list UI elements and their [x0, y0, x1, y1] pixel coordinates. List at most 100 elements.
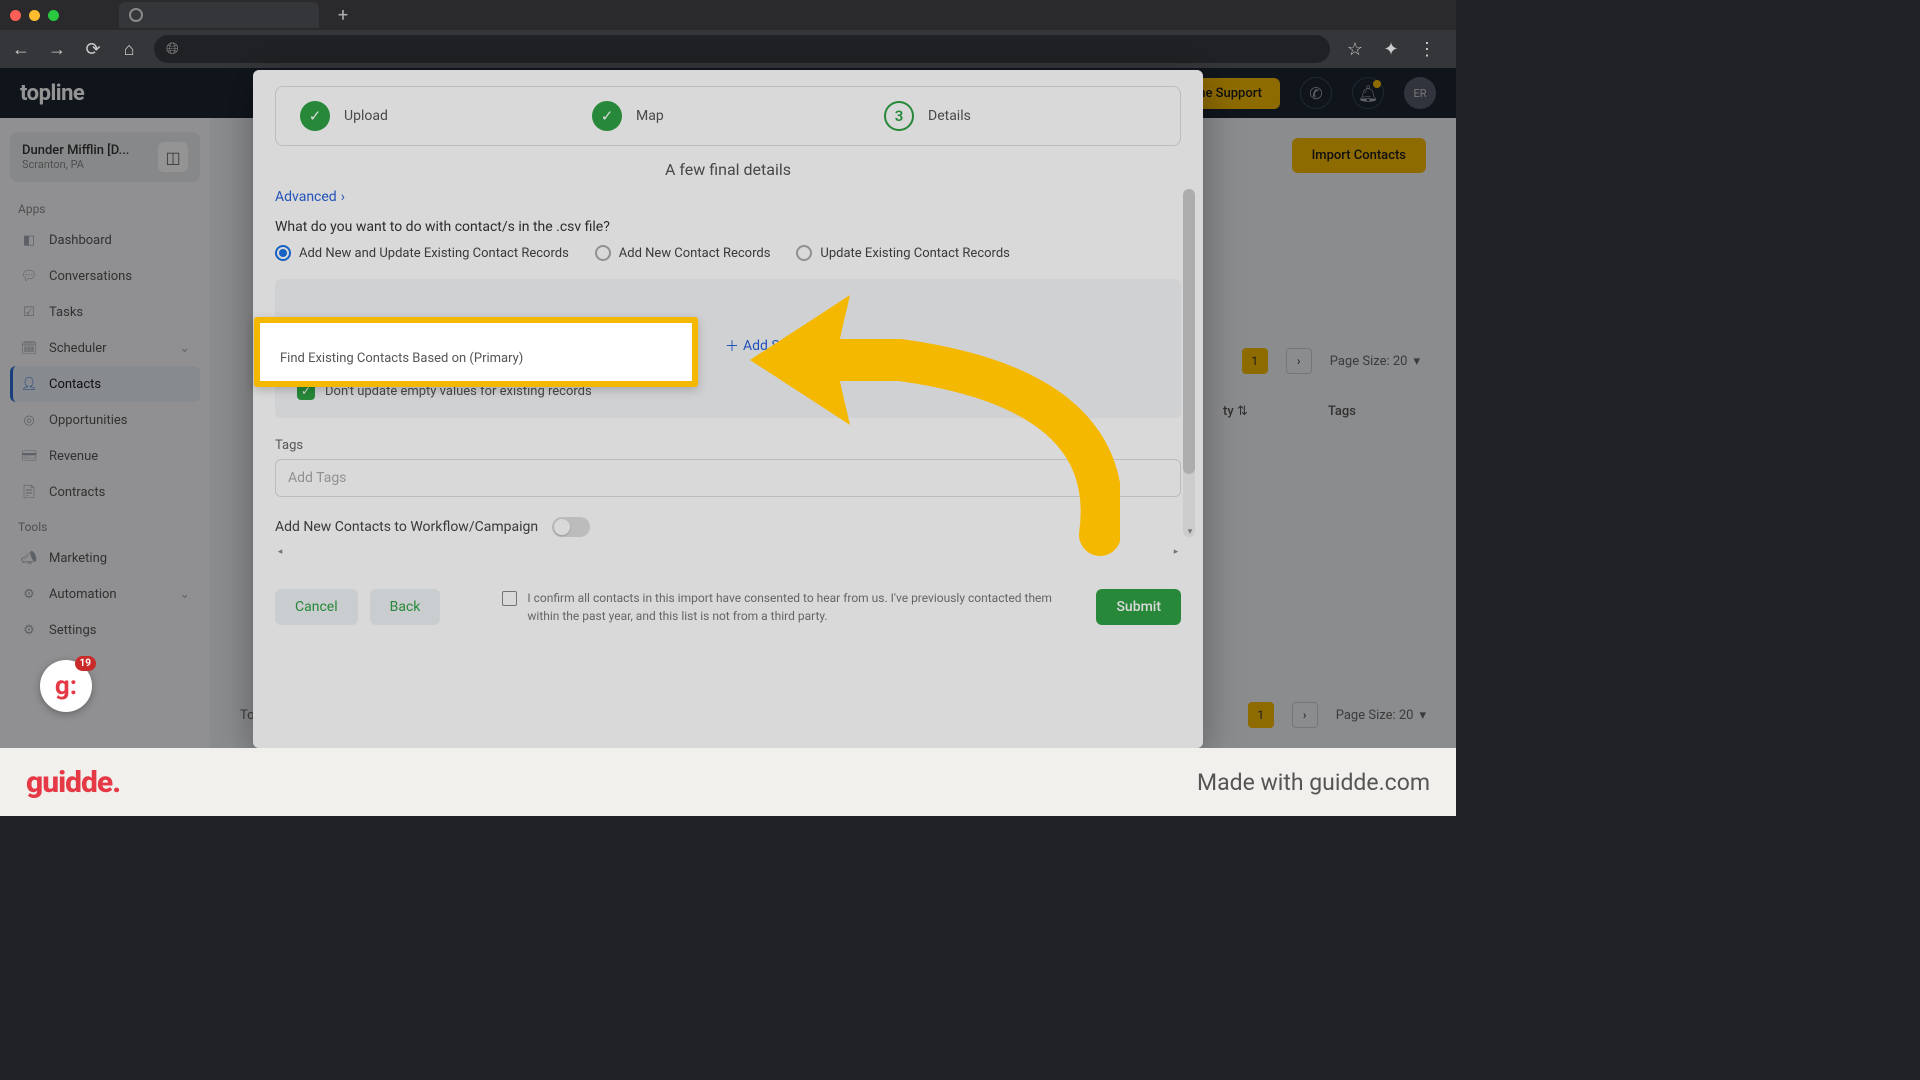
- org-name: Dunder Mifflin [D...: [22, 143, 152, 158]
- scroll-right-icon: ▸: [1171, 547, 1181, 557]
- section-apps: Apps: [18, 202, 200, 216]
- advanced-link[interactable]: Advanced›: [275, 189, 1181, 205]
- sidebar-item-contacts[interactable]: 👤︎Contacts: [10, 366, 200, 402]
- add-second-preference-link[interactable]: ＋Add Second Preference?: [725, 336, 896, 356]
- sidebar-item-revenue[interactable]: 💳︎Revenue: [10, 438, 200, 474]
- sidebar-item-marketing[interactable]: 📣︎Marketing: [10, 540, 200, 576]
- consent-text: I confirm all contacts in this import ha…: [527, 589, 1084, 625]
- dashboard-icon: ◧: [20, 231, 38, 249]
- page-next-button[interactable]: ›: [1286, 348, 1312, 374]
- step-map: ✓Map: [592, 101, 864, 131]
- avatar[interactable]: ER: [1404, 77, 1436, 109]
- sidebar-item-tasks[interactable]: ☑︎Tasks: [10, 294, 200, 330]
- browser-toolbar: ← → ⟳ ⌂ 🌐︎ ☆ ✦ ⋮: [0, 30, 1456, 68]
- star-icon[interactable]: ☆: [1344, 39, 1366, 60]
- gear-icon: ⚙︎: [20, 585, 38, 603]
- plus-icon: ＋: [725, 336, 739, 356]
- browser-tab-strip: +: [0, 0, 1456, 30]
- globe-icon: 🌐︎: [166, 39, 179, 59]
- extensions-icon[interactable]: ✦: [1380, 39, 1402, 60]
- page-size-select[interactable]: Page Size: 20▾: [1330, 354, 1420, 369]
- radio-add-new[interactable]: Add New Contact Records: [595, 245, 771, 261]
- page-1-button[interactable]: 1: [1242, 348, 1268, 374]
- chat-icon: 💬︎: [20, 267, 38, 285]
- modal-title: A few final details: [275, 160, 1181, 179]
- sidebar-item-opportunities[interactable]: ◎Opportunities: [10, 402, 200, 438]
- scroll-left-icon: ◂: [275, 547, 285, 557]
- radio-add-update[interactable]: Add New and Update Existing Contact Reco…: [275, 245, 569, 261]
- globe-icon: [129, 8, 143, 22]
- radio-icon: [796, 245, 812, 261]
- close-window-icon[interactable]: [10, 10, 21, 21]
- calendar-icon: 🗓︎: [20, 339, 38, 357]
- submit-button[interactable]: Submit: [1096, 589, 1181, 625]
- scrollbar-vertical[interactable]: ▴ ▾: [1183, 189, 1195, 537]
- radio-icon: [595, 245, 611, 261]
- sidebar-item-dashboard[interactable]: ◧Dashboard: [10, 222, 200, 258]
- chevron-down-icon: ▾: [1419, 708, 1426, 723]
- tags-label: Tags: [275, 438, 1181, 453]
- chevron-down-icon: ⌄: [179, 341, 190, 356]
- logo: topline: [20, 81, 84, 106]
- sidebar-item-automation[interactable]: ⚙︎Automation⌄: [10, 576, 200, 612]
- column-ty: ty ⇅: [1223, 404, 1248, 419]
- radio-group: Add New and Update Existing Contact Reco…: [275, 245, 1181, 261]
- org-location: Scranton, PA: [22, 158, 152, 171]
- check-icon: ✓: [300, 101, 330, 131]
- new-tab-button[interactable]: +: [331, 3, 355, 27]
- settings-icon: ⚙︎: [20, 621, 38, 639]
- scroll-thumb[interactable]: [1183, 189, 1195, 474]
- chevron-down-icon: ⌄: [179, 587, 190, 602]
- phone-icon[interactable]: ✆: [1300, 77, 1332, 109]
- window-controls: [10, 10, 59, 21]
- back-button[interactable]: Back: [370, 589, 441, 625]
- bell-icon[interactable]: 🔔︎: [1352, 77, 1384, 109]
- sidebar-item-contracts[interactable]: 📄︎Contracts: [10, 474, 200, 510]
- menu-icon[interactable]: ⋮: [1416, 39, 1438, 60]
- home-icon[interactable]: ⌂: [118, 39, 140, 60]
- address-bar[interactable]: 🌐︎: [154, 35, 1330, 63]
- scrollbar-horizontal[interactable]: ◂ ▸: [275, 547, 1181, 557]
- tags-input[interactable]: Add Tags: [275, 459, 1181, 497]
- sidebar: Dunder Mifflin [D... Scranton, PA ◫ Apps…: [0, 118, 210, 748]
- step-upload: ✓Upload: [300, 101, 572, 131]
- radio-update[interactable]: Update Existing Contact Records: [796, 245, 1009, 261]
- page-next-button[interactable]: ›: [1292, 702, 1318, 728]
- back-icon[interactable]: ←: [10, 39, 32, 60]
- step-details: 3Details: [884, 101, 1156, 131]
- page-1-button[interactable]: 1: [1248, 702, 1274, 728]
- workflow-toggle[interactable]: [552, 517, 590, 537]
- notification-dot-icon: [1373, 80, 1381, 88]
- contacts-icon: 👤︎: [20, 375, 38, 393]
- consent-checkbox[interactable]: I confirm all contacts in this import ha…: [502, 589, 1084, 625]
- badge-count: 19: [75, 656, 96, 671]
- column-tags: Tags: [1328, 404, 1356, 419]
- megaphone-icon: 📣︎: [20, 549, 38, 567]
- chevron-down-icon: ▾: [1413, 354, 1420, 369]
- maximize-window-icon[interactable]: [48, 10, 59, 21]
- guidde-logo-icon: g:: [55, 671, 77, 701]
- minimize-window-icon[interactable]: [29, 10, 40, 21]
- checkbox-icon: [502, 591, 517, 606]
- browser-tab[interactable]: [119, 2, 319, 28]
- chevron-right-icon: ›: [341, 189, 345, 205]
- scroll-down-icon: ▾: [1184, 527, 1196, 539]
- guidde-footer: guidde. Made with guidde.com: [0, 748, 1456, 816]
- guidde-badge[interactable]: g: 19: [40, 660, 92, 712]
- opportunities-icon: ◎: [20, 411, 38, 429]
- sidebar-item-settings[interactable]: ⚙︎Settings: [10, 612, 200, 648]
- workflow-toggle-row: Add New Contacts to Workflow/Campaign: [275, 517, 1181, 537]
- section-tools: Tools: [18, 520, 200, 534]
- layout-icon[interactable]: ◫: [158, 142, 188, 172]
- org-switcher[interactable]: Dunder Mifflin [D... Scranton, PA ◫: [10, 132, 200, 182]
- cancel-button[interactable]: Cancel: [275, 589, 358, 625]
- import-contacts-button[interactable]: Import Contacts: [1292, 138, 1426, 173]
- forward-icon[interactable]: →: [46, 39, 68, 60]
- guidde-logo: guidde.: [26, 765, 120, 800]
- modal-footer: Cancel Back I confirm all contacts in th…: [275, 589, 1181, 625]
- sidebar-item-conversations[interactable]: 💬︎Conversations: [10, 258, 200, 294]
- tasks-icon: ☑︎: [20, 303, 38, 321]
- reload-icon[interactable]: ⟳: [82, 39, 104, 60]
- sidebar-item-scheduler[interactable]: 🗓︎Scheduler⌄: [10, 330, 200, 366]
- page-size-select[interactable]: Page Size: 20▾: [1336, 708, 1426, 723]
